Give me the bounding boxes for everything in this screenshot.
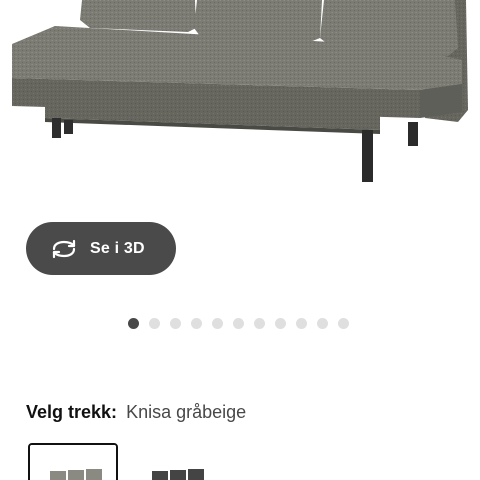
view-3d-label: Se i 3D <box>90 239 145 257</box>
swatch-dark-grey[interactable] <box>130 443 220 480</box>
carousel-dot[interactable] <box>191 318 202 329</box>
cover-label: Velg trekk: <box>26 402 118 422</box>
swatch-knisa-grabeige[interactable] <box>28 443 118 480</box>
carousel-dot[interactable] <box>296 318 307 329</box>
carousel-dot[interactable] <box>170 318 181 329</box>
product-image[interactable] <box>0 0 480 200</box>
carousel-dot[interactable] <box>212 318 223 329</box>
product-page: Se i 3D Velg trekk: Knisa gråbeige <box>0 0 480 480</box>
carousel-dot[interactable] <box>128 318 139 329</box>
carousel-dot[interactable] <box>254 318 265 329</box>
rotate-3d-icon <box>50 239 78 259</box>
cover-value: Knisa gråbeige <box>126 402 247 422</box>
view-3d-button[interactable]: Se i 3D <box>26 222 176 275</box>
carousel-dot[interactable] <box>233 318 244 329</box>
carousel-dot[interactable] <box>149 318 160 329</box>
carousel-dot[interactable] <box>338 318 349 329</box>
carousel-dots <box>128 318 349 329</box>
carousel-dot[interactable] <box>275 318 286 329</box>
cover-selector: Velg trekk: Knisa gråbeige <box>26 402 246 423</box>
carousel-dot[interactable] <box>317 318 328 329</box>
